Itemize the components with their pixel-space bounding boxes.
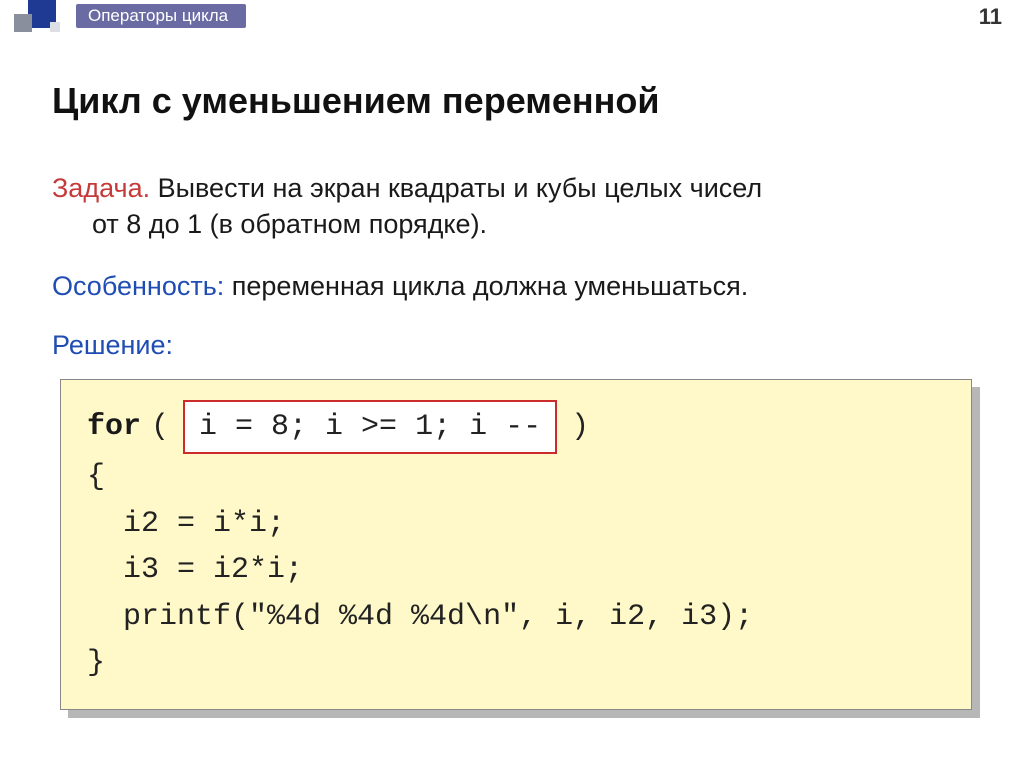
solution-label: Решение: [52,330,972,361]
for-open-paren: ( [151,404,169,451]
square-icon [14,14,32,32]
slide-content: Цикл с уменьшением переменной Задача. Вы… [0,32,1024,710]
task-block: Задача. Вывести на экран квадраты и кубы… [52,170,972,243]
feature-text: переменная цикла должна уменьшаться. [224,271,748,301]
code-line-i3: i3 = i2*i; [87,547,945,594]
code-for-line: for ( i = 8; i >= 1; i -- ) [87,400,945,455]
page-title: Цикл с уменьшением переменной [52,80,972,122]
code-brace-close: } [87,640,945,687]
page-number: 11 [979,4,1002,30]
feature-block: Особенность: переменная цикла должна уме… [52,271,972,302]
code-block: for ( i = 8; i >= 1; i -- ) { i2 = i*i; … [60,379,972,710]
for-condition-highlight: i = 8; i >= 1; i -- [183,400,557,455]
square-icon [50,22,60,32]
for-close-paren: ) [571,404,589,451]
keyword-for: for [87,404,141,451]
breadcrumb: Операторы цикла [76,4,246,28]
feature-label: Особенность: [52,271,224,301]
slide-header: Операторы цикла 11 [0,0,1024,32]
code-line-printf: printf("%4d %4d %4d\n", i, i2, i3); [87,594,945,641]
task-label: Задача. [52,173,150,203]
code-line-i2: i2 = i*i; [87,501,945,548]
code-box: for ( i = 8; i >= 1; i -- ) { i2 = i*i; … [60,379,972,710]
code-brace-open: { [87,454,945,501]
task-text-line1: Вывести на экран квадраты и кубы целых ч… [150,173,762,203]
task-text-line2: от 8 до 1 (в обратном порядке). [52,206,972,242]
